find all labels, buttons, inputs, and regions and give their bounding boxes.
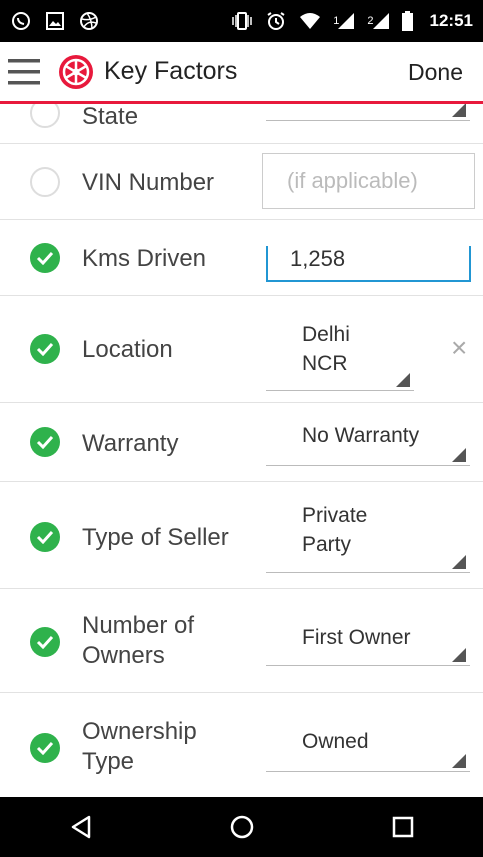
owners-label-line2: Owners <box>82 642 165 669</box>
vibrate-icon <box>231 10 253 32</box>
signal-icon-1: 1 <box>333 10 355 32</box>
location-clear-button[interactable]: × <box>451 332 467 364</box>
recents-button[interactable] <box>373 797 433 857</box>
warranty-label: Warranty <box>82 430 179 457</box>
location-dropdown[interactable]: Delhi NCR <box>266 316 414 391</box>
hamburger-icon <box>8 58 40 84</box>
row-ownership: Ownership Type Owned <box>0 693 483 797</box>
seller-value-line2: Party <box>302 533 352 556</box>
wheel-logo-icon <box>59 54 93 89</box>
battery-icon <box>402 10 414 32</box>
row-kms: Kms Driven 1,258 <box>0 220 483 296</box>
row-warranty: Warranty No Warranty <box>0 403 483 482</box>
whatsapp-icon <box>10 10 32 32</box>
status-time: 12:51 <box>429 11 473 30</box>
row-location: Location Delhi NCR × <box>0 296 483 403</box>
ownership-label-line1: Ownership <box>82 718 197 745</box>
back-button[interactable] <box>51 797 111 857</box>
seller-check-icon <box>30 522 60 552</box>
ownership-check-icon <box>30 733 60 763</box>
dribbble-icon <box>78 10 100 32</box>
home-icon <box>230 815 253 839</box>
owners-value: First Owner <box>302 626 411 649</box>
warranty-check-icon <box>30 427 60 457</box>
warranty-dropdown[interactable]: No Warranty <box>266 419 470 466</box>
vin-status-circle-icon <box>30 167 60 197</box>
kms-check-icon <box>30 243 60 273</box>
row-state[interactable]: State <box>0 104 483 144</box>
status-right: 1 2 12:51 <box>231 10 473 32</box>
wifi-icon <box>299 10 321 32</box>
state-label: State <box>82 104 139 130</box>
status-bar: 1 2 12:51 <box>0 0 483 42</box>
app-bar: Key Factors Done <box>0 42 483 104</box>
menu-button[interactable] <box>0 48 46 96</box>
alarm-icon <box>265 10 287 32</box>
dropdown-arrow-icon <box>452 754 466 768</box>
seller-value-line1: Private <box>302 504 368 527</box>
done-button[interactable]: Done <box>408 59 463 86</box>
row-owners: Number of Owners First Owner <box>0 589 483 693</box>
dropdown-arrow-icon <box>452 448 466 462</box>
owners-dropdown[interactable]: First Owner <box>266 619 470 666</box>
warranty-value: No Warranty <box>302 424 420 447</box>
nav-bar <box>0 797 483 857</box>
home-button[interactable] <box>212 797 272 857</box>
page-title: Key Factors <box>104 57 238 85</box>
location-label: Location <box>82 336 173 363</box>
ownership-value: Owned <box>302 730 369 753</box>
location-value-line1: Delhi <box>302 323 350 346</box>
dropdown-arrow-icon <box>452 104 466 117</box>
row-seller: Type of Seller Private Party <box>0 482 483 589</box>
owners-label-line1: Number of <box>82 612 195 639</box>
state-status-circle-icon <box>30 104 60 128</box>
image-icon <box>44 10 66 32</box>
owners-check-icon <box>30 627 60 657</box>
location-value-line2: NCR <box>302 352 348 375</box>
kms-label: Kms Driven <box>82 245 207 272</box>
dropdown-arrow-icon <box>396 373 410 387</box>
row-vin: VIN Number (if applicable) <box>0 144 483 220</box>
ownership-dropdown[interactable]: Owned <box>266 725 470 772</box>
form-content: State VIN Number (if applicable) Kms Dri… <box>0 104 483 797</box>
seller-label: Type of Seller <box>82 524 229 551</box>
seller-dropdown[interactable]: Private Party <box>266 500 470 573</box>
vin-label: VIN Number <box>82 169 215 196</box>
vin-placeholder: (if applicable) <box>287 168 418 193</box>
dropdown-arrow-icon <box>452 555 466 569</box>
recents-icon <box>392 816 413 838</box>
ownership-label-line2: Type <box>82 748 135 775</box>
location-check-icon <box>30 334 60 364</box>
vin-input[interactable]: (if applicable) <box>262 153 475 209</box>
kms-input[interactable]: 1,258 <box>266 246 471 282</box>
signal-icon-2: 2 <box>367 10 389 32</box>
back-icon <box>71 815 90 839</box>
dropdown-arrow-icon <box>452 648 466 662</box>
kms-value: 1,258 <box>290 246 346 271</box>
state-dropdown[interactable] <box>266 104 470 121</box>
status-left <box>10 10 100 32</box>
